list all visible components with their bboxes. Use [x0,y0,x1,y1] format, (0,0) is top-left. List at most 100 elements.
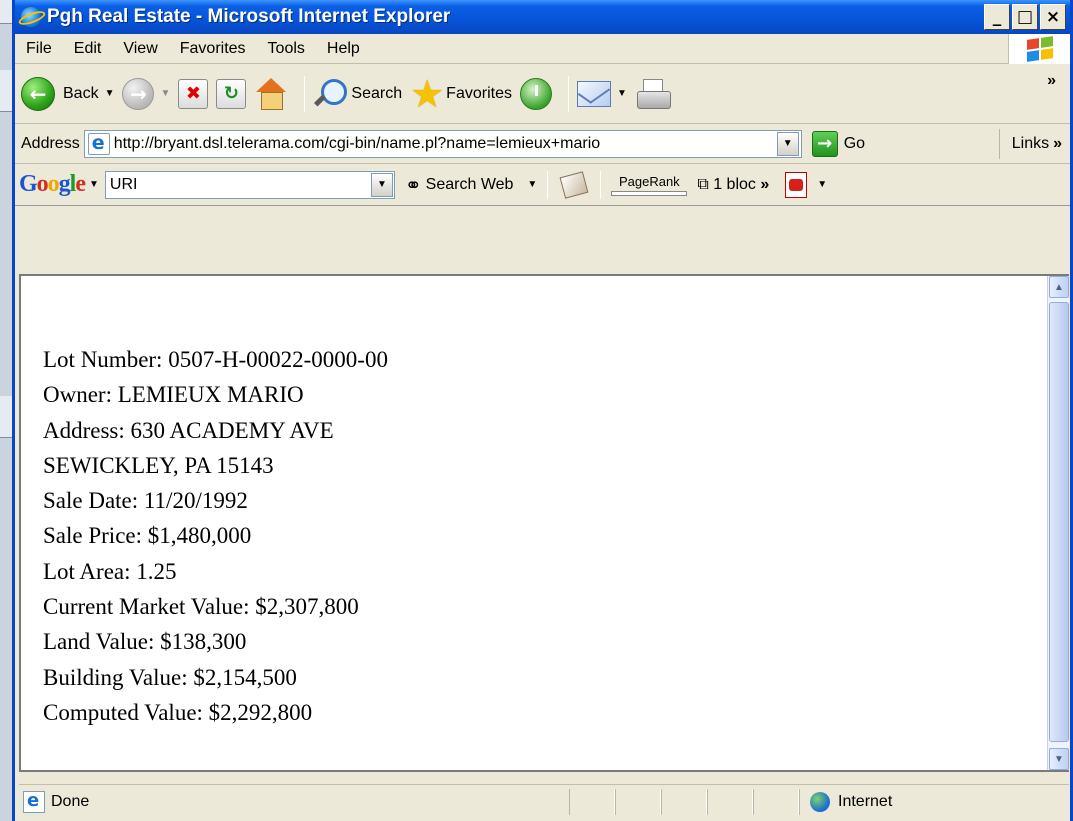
printer-icon [635,78,671,109]
search-icon [313,77,348,111]
google-toolbar-overflow-icon[interactable]: » [760,176,769,193]
page-content: Lot Number: 0507-H-00022-0000-00 Owner: … [19,274,1069,772]
menu-help[interactable]: Help [316,40,371,58]
lot-number: Lot Number: 0507-H-00022-0000-00 [43,347,388,372]
owner: Owner: LEMIEUX MARIO [43,382,304,408]
toolbar-separator [304,75,306,112]
building-value: Building Value: $2,154,500 [43,664,297,690]
zone-label: Internet [838,792,893,810]
popup-blocker-button[interactable]: ⧉ 1 bloc » [697,176,769,194]
address-line-2: SEWICKLEY, PA 15143 [43,452,274,478]
go-label: Go [843,134,866,152]
google-search-dropdown-button[interactable]: ▼ [370,172,393,197]
status-panel [569,788,615,815]
binoculars-icon[interactable]: ⚭ [405,173,422,197]
search-button[interactable]: Search [313,77,402,111]
forward-dropdown-icon[interactable]: ▼ [160,88,170,99]
page-status-icon [23,790,45,813]
window-title: Pgh Real Estate - Microsoft Internet Exp… [47,6,451,27]
scroll-up-button[interactable]: ▲ [1049,276,1069,298]
address-bar: Address http://bryant.dsl.telerama.com/c… [15,124,1070,164]
maximize-button[interactable]: □ [1012,4,1038,30]
property-record: Lot Number: 0507-H-00022-0000-00 Owner: … [43,342,388,730]
print-button[interactable] [635,78,671,109]
pdf-icon[interactable] [785,171,808,198]
mail-icon [576,80,611,107]
address-dropdown-button[interactable]: ▼ [776,131,799,156]
go-arrow-icon: → [811,130,838,157]
refresh-icon: ↻ [216,78,247,109]
history-button[interactable] [519,77,552,110]
mail-dropdown-icon[interactable]: ▼ [617,88,627,99]
stop-button[interactable]: ✖ [178,78,209,109]
windows-flag-icon [1026,36,1053,62]
lot-area: Lot Area: 1.25 [43,558,177,584]
stop-icon: ✖ [178,78,209,109]
google-search-input[interactable]: URI ▼ [104,170,395,199]
search-label: Search [351,84,403,102]
home-button[interactable] [254,77,288,110]
search-web-button[interactable]: Search Web [426,176,514,194]
pagerank-indicator[interactable]: PageRank [611,173,688,196]
history-icon [519,77,552,110]
links-overflow-icon: » [1053,134,1062,152]
menu-view[interactable]: View [112,40,168,58]
search-web-dropdown-icon[interactable]: ▼ [527,179,537,190]
toolbar-separator [600,170,602,199]
globe-icon [810,791,830,812]
favorites-button[interactable]: ★ Favorites [410,75,512,113]
menu-favorites[interactable]: Favorites [169,40,257,58]
status-panel [615,788,661,815]
standard-toolbar: ← Back ▼ → ▼ ✖ ↻ Search ★ Favorites ▼ » [15,64,1070,124]
page-icon [87,132,110,155]
popup-blocker-label: 1 bloc [713,175,756,193]
links-label: Links [1011,134,1050,152]
mail-button[interactable]: ▼ [576,80,627,107]
toolbar-separator [547,170,549,199]
scroll-thumb[interactable] [1049,302,1069,742]
google-logo[interactable]: Google [19,171,86,198]
ie-icon[interactable] [21,7,41,27]
pagerank-label: PageRank [618,173,680,189]
minimize-button[interactable]: _ [984,4,1010,30]
forward-arrow-icon: → [122,77,155,110]
forward-button[interactable]: → ▼ [122,77,170,110]
close-button[interactable]: × [1040,4,1066,30]
news-icon[interactable] [559,170,589,199]
pagerank-bar [611,190,688,196]
menu-tools[interactable]: Tools [257,40,316,58]
back-dropdown-icon[interactable]: ▼ [105,88,115,99]
links-button[interactable]: Links» [998,128,1062,159]
menu-edit[interactable]: Edit [63,40,113,58]
current-market-value: Current Market Value: $2,307,800 [43,594,359,620]
status-panel [707,788,753,815]
google-menu-dropdown-icon[interactable]: ▼ [89,179,99,190]
google-toolbar: Google ▼ URI ▼ ⚭ Search Web ▼ PageRank ⧉… [15,164,1070,206]
browser-window: Pgh Real Estate - Microsoft Internet Exp… [12,0,1073,821]
go-button[interactable]: → Go [811,130,866,157]
google-search-query[interactable]: URI [110,176,138,194]
toolbar-separator [567,75,569,112]
menu-bar: File Edit View Favorites Tools Help [15,34,1070,64]
menu-file[interactable]: File [15,40,63,58]
title-bar[interactable]: Pgh Real Estate - Microsoft Internet Exp… [15,0,1070,34]
back-label: Back [63,84,99,102]
toolbar-overflow-icon[interactable]: » [1047,72,1056,90]
address-url[interactable]: http://bryant.dsl.telerama.com/cgi-bin/n… [114,135,777,153]
favorites-star-icon: ★ [410,71,445,116]
vertical-scrollbar[interactable]: ▲ ▼ [1047,276,1069,770]
address-label: Address [21,134,80,152]
back-button[interactable]: ← Back ▼ [21,76,115,111]
status-panel [753,788,799,815]
security-zone[interactable]: Internet [799,788,1069,815]
address-input[interactable]: http://bryant.dsl.telerama.com/cgi-bin/n… [83,129,802,158]
land-value: Land Value: $138,300 [43,629,247,655]
pdf-dropdown-icon[interactable]: ▼ [817,179,827,190]
address-line-1: Address: 630 ACADEMY AVE [43,417,334,443]
windows-logo [1008,34,1070,64]
status-panel [661,788,707,815]
refresh-button[interactable]: ↻ [216,78,247,109]
scroll-down-button[interactable]: ▼ [1049,748,1069,770]
status-text: Done [51,792,90,810]
home-icon [254,77,288,110]
